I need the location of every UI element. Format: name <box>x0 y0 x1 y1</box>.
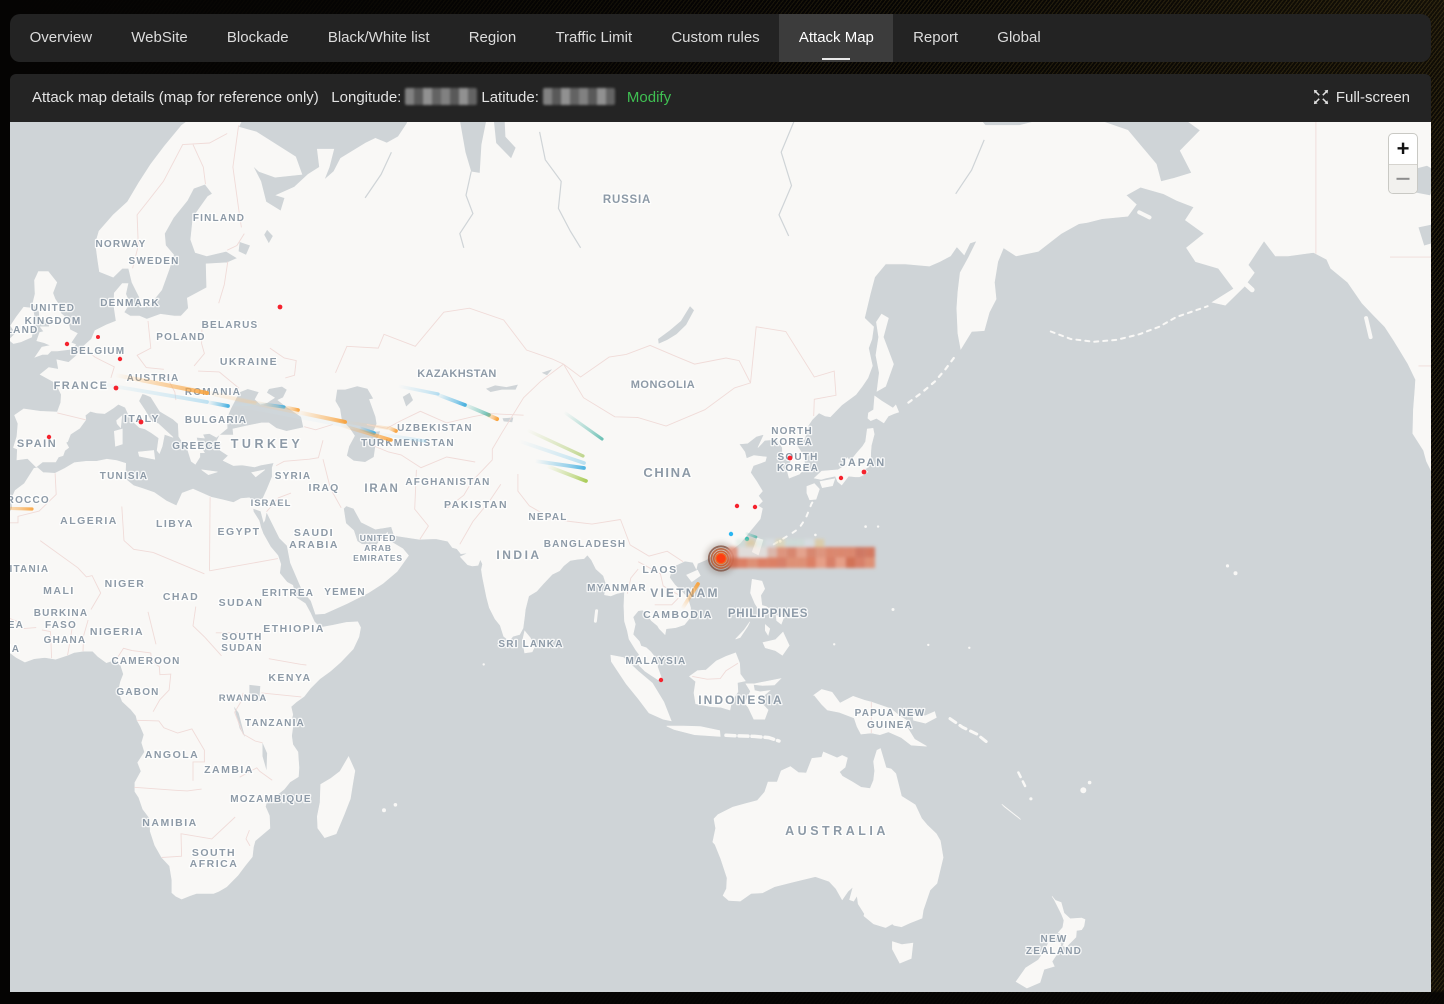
svg-text:NORWAY: NORWAY <box>95 239 146 250</box>
svg-text:IRAQ: IRAQ <box>308 482 339 494</box>
svg-text:UZBEKISTAN: UZBEKISTAN <box>397 423 473 434</box>
svg-text:MONGOLIA: MONGOLIA <box>631 379 696 391</box>
svg-text:GABON: GABON <box>116 687 159 698</box>
svg-text:RWANDA: RWANDA <box>219 693 268 704</box>
svg-text:UKRAINE: UKRAINE <box>220 356 278 368</box>
svg-text:MOROCCO: MOROCCO <box>10 495 50 506</box>
svg-text:IRAN: IRAN <box>364 483 399 495</box>
svg-text:NORTH: NORTH <box>771 426 813 437</box>
svg-text:UNITED: UNITED <box>360 533 396 543</box>
svg-text:PAPUA NEW: PAPUA NEW <box>855 708 926 719</box>
svg-text:SWEDEN: SWEDEN <box>128 256 179 267</box>
svg-text:JAPAN: JAPAN <box>840 457 886 469</box>
svg-text:AFRICA: AFRICA <box>190 858 239 870</box>
svg-text:EMIRATES: EMIRATES <box>353 553 403 563</box>
svg-text:EGYPT: EGYPT <box>217 526 260 538</box>
svg-text:GUINEA: GUINEA <box>10 620 24 631</box>
svg-text:KOREA: KOREA <box>777 463 819 474</box>
svg-text:AUSTRALIA: AUSTRALIA <box>785 824 889 838</box>
svg-text:SPAIN: SPAIN <box>17 438 57 450</box>
svg-text:CHINA: CHINA <box>643 465 692 480</box>
svg-text:DENMARK: DENMARK <box>100 298 160 309</box>
svg-text:FASO: FASO <box>45 620 77 631</box>
svg-text:GUINEA: GUINEA <box>867 720 913 731</box>
svg-text:BANGLADESH: BANGLADESH <box>544 539 627 550</box>
svg-text:ARABIA: ARABIA <box>289 539 339 551</box>
svg-text:YEMEN: YEMEN <box>324 587 366 598</box>
svg-text:CAMBODIA: CAMBODIA <box>643 609 713 621</box>
svg-text:SOUTH: SOUTH <box>222 632 263 643</box>
svg-text:NIGERIA: NIGERIA <box>90 626 144 638</box>
svg-text:BELARUS: BELARUS <box>202 320 259 331</box>
svg-text:TANZANIA: TANZANIA <box>245 718 305 729</box>
svg-text:NEW: NEW <box>1041 934 1068 945</box>
svg-text:GHANA: GHANA <box>44 635 87 646</box>
svg-text:LIBERIA: LIBERIA <box>10 644 20 655</box>
svg-text:FRANCE: FRANCE <box>54 380 109 392</box>
svg-text:MALI: MALI <box>43 585 75 597</box>
svg-text:ZEALAND: ZEALAND <box>1026 946 1082 957</box>
svg-text:VIETNAM: VIETNAM <box>650 586 719 600</box>
svg-text:KOREA: KOREA <box>771 437 813 448</box>
svg-text:KENYA: KENYA <box>268 672 311 684</box>
svg-text:IRELAND: IRELAND <box>10 325 38 336</box>
svg-text:RUSSIA: RUSSIA <box>603 194 651 206</box>
svg-text:NAMIBIA: NAMIBIA <box>142 817 197 829</box>
svg-text:INDONESIA: INDONESIA <box>698 693 784 707</box>
svg-text:NIGER: NIGER <box>105 578 146 590</box>
svg-text:SUDAN: SUDAN <box>219 597 264 609</box>
svg-text:SOUTH: SOUTH <box>778 452 819 463</box>
svg-text:ETHIOPIA: ETHIOPIA <box>263 623 325 635</box>
svg-text:ANGOLA: ANGOLA <box>145 749 200 761</box>
svg-text:GREECE: GREECE <box>172 441 221 452</box>
svg-text:PHILIPPINES: PHILIPPINES <box>728 608 808 620</box>
svg-text:PAKISTAN: PAKISTAN <box>444 499 508 511</box>
svg-text:MYANMAR: MYANMAR <box>587 583 647 594</box>
svg-text:TUNISIA: TUNISIA <box>100 471 148 482</box>
svg-text:NEPAL: NEPAL <box>528 512 567 523</box>
svg-text:CHAD: CHAD <box>163 591 199 603</box>
svg-text:ZAMBIA: ZAMBIA <box>204 764 254 776</box>
svg-text:SAUDI: SAUDI <box>294 527 334 539</box>
svg-text:MAURITANIA: MAURITANIA <box>10 564 49 575</box>
svg-text:ERITREA: ERITREA <box>262 588 314 599</box>
svg-text:LAOS: LAOS <box>642 564 677 576</box>
svg-text:MOZAMBIQUE: MOZAMBIQUE <box>230 794 311 805</box>
svg-text:SUDAN: SUDAN <box>221 643 263 654</box>
svg-text:SYRIA: SYRIA <box>275 471 312 482</box>
svg-text:KAZAKHSTAN: KAZAKHSTAN <box>417 368 497 380</box>
svg-text:UNITED: UNITED <box>31 303 75 314</box>
svg-text:POLAND: POLAND <box>156 332 205 343</box>
svg-text:INDIA: INDIA <box>496 548 541 562</box>
svg-text:BELGIUM: BELGIUM <box>71 346 126 357</box>
svg-text:ALGERIA: ALGERIA <box>60 515 118 527</box>
svg-text:AFGHANISTAN: AFGHANISTAN <box>405 477 490 488</box>
svg-text:CAMEROON: CAMEROON <box>111 656 180 667</box>
svg-text:MALAYSIA: MALAYSIA <box>626 656 687 667</box>
svg-text:ISRAEL: ISRAEL <box>251 498 292 509</box>
svg-text:TURKEY: TURKEY <box>231 437 303 451</box>
svg-text:BULGARIA: BULGARIA <box>185 415 247 426</box>
svg-text:SRI LANKA: SRI LANKA <box>498 639 563 650</box>
svg-text:FINLAND: FINLAND <box>193 213 245 224</box>
svg-text:BURKINA: BURKINA <box>34 608 89 619</box>
svg-text:LIBYA: LIBYA <box>156 518 194 530</box>
svg-text:ARAB: ARAB <box>364 543 392 553</box>
